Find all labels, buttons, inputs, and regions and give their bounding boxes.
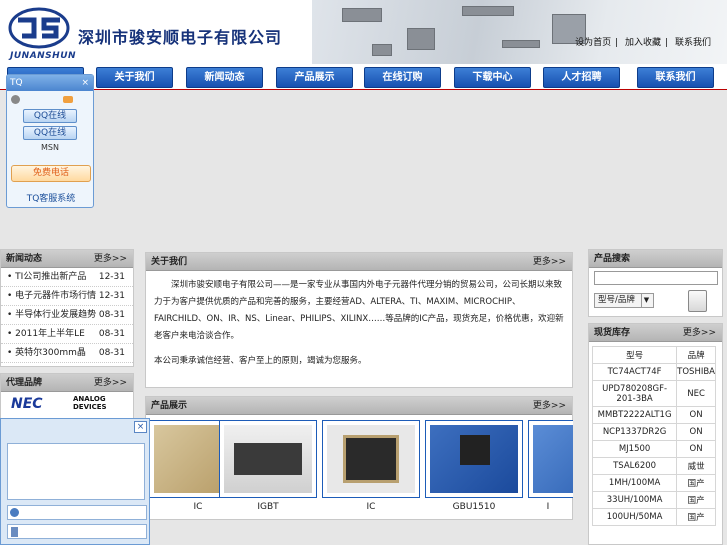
nav-products[interactable]: 产品展示 <box>276 67 353 88</box>
table-row[interactable]: 33UH/100MA 国产 <box>591 491 716 509</box>
nav-jobs[interactable]: 人才招聘 <box>543 67 620 88</box>
name-field[interactable] <box>7 505 147 520</box>
nav-download[interactable]: 下载中心 <box>454 67 531 88</box>
table-header-row: 型号 品牌 <box>591 346 716 364</box>
company-name-en: JUNANSHUN <box>10 51 77 61</box>
product-strip: IC IGBT IC GBU1510 I <box>146 416 573 519</box>
tq-service-panel: TQ × QQ在线 QQ在线 MSN 免费电话 TQ客服系统 <box>6 74 94 208</box>
product-card[interactable] <box>322 420 420 498</box>
table-row[interactable]: TC74ACT74F TOSHIBA <box>591 363 716 381</box>
set-home-link[interactable]: 设为首页 <box>575 38 611 48</box>
user-icon <box>10 508 19 517</box>
site-header: JUNANSHUN 深圳市骏安顺电子有限公司 设为首页 | 加入收藏 | 联系我们 <box>0 0 727 64</box>
product-name[interactable]: IGBT <box>219 502 317 512</box>
nav-contact[interactable]: 联系我们 <box>637 67 714 88</box>
brand-nec-logo[interactable]: NEC <box>11 396 43 412</box>
table-row[interactable]: NCP1337DR2G ON <box>591 423 716 441</box>
products-more-link[interactable]: 更多>> <box>533 397 566 415</box>
search-panel: 产品搜索 型号/品牌 ▼ <box>588 249 723 317</box>
company-name-cn: 深圳市骏安顺电子有限公司 <box>78 28 283 47</box>
contact-link[interactable]: 联系我们 <box>675 38 711 48</box>
news-item[interactable]: • 英特尔300mm晶 08-31 <box>1 344 133 363</box>
qq-online-button[interactable]: QQ在线 <box>23 126 77 140</box>
close-icon[interactable]: × <box>81 75 89 91</box>
msn-link[interactable]: MSN <box>23 143 77 152</box>
nav-order[interactable]: 在线订购 <box>364 67 441 88</box>
brands-title: 代理品牌 <box>6 378 43 388</box>
logo-area[interactable]: JUNANSHUN 深圳市骏安顺电子有限公司 <box>0 0 312 64</box>
about-more-link[interactable]: 更多>> <box>533 253 566 271</box>
main-nav: 关于我们 新闻动态 产品展示 在线订购 下载中心 人才招聘 联系我们 <box>0 64 727 90</box>
product-name[interactable]: GBU1510 <box>425 502 523 512</box>
about-paragraph: 本公司秉承诚信经营、客户至上的原则，竭诚为您服务。 <box>154 356 367 366</box>
stock-title: 现货库存 <box>594 328 631 338</box>
search-category-select[interactable]: 型号/品牌 ▼ <box>594 293 654 308</box>
products-title: 产品展示 <box>151 401 188 411</box>
table-row[interactable]: 1MH/100MA 国产 <box>591 474 716 492</box>
chat-message-area[interactable] <box>7 443 145 500</box>
news-item[interactable]: • 半导体行业发展趋势 08-31 <box>1 306 133 325</box>
product-card[interactable] <box>425 420 523 498</box>
tq-title: TQ <box>10 78 23 88</box>
table-row[interactable]: MJ1500 ON <box>591 440 716 458</box>
product-name[interactable]: IC <box>322 502 420 512</box>
free-phone-button[interactable]: 免费电话 <box>11 165 91 182</box>
about-panel: 关于我们 更多>> 深圳市骏安顺电子有限公司——是一家专业从事国内外电子元器件代… <box>145 252 573 388</box>
search-input[interactable] <box>594 271 718 285</box>
news-item[interactable]: • TI公司推出新产品 12-31 <box>1 268 133 287</box>
product-name[interactable]: I <box>528 502 568 512</box>
news-header: 新闻动态 更多>> <box>1 250 133 268</box>
products-panel: 产品展示 更多>> IC IGBT IC GBU1510 I <box>145 396 573 520</box>
brands-panel: 代理品牌 更多>> NEC ANALOG DEVICES <box>0 373 134 423</box>
brands-header: 代理品牌 更多>> <box>1 374 133 392</box>
add-favorite-link[interactable]: 加入收藏 <box>625 38 661 48</box>
top-links: 设为首页 | 加入收藏 | 联系我们 <box>575 38 711 48</box>
products-header: 产品展示 更多>> <box>146 397 572 415</box>
phone-field[interactable] <box>7 524 147 539</box>
news-more-link[interactable]: 更多>> <box>94 250 127 268</box>
brands-more-link[interactable]: 更多>> <box>94 374 127 392</box>
news-panel: 新闻动态 更多>> • TI公司推出新产品 12-31 • 电子元器件市场行情 12… <box>0 249 134 367</box>
product-card[interactable] <box>219 420 317 498</box>
close-icon[interactable]: × <box>134 421 147 433</box>
stock-header: 现货库存 更多>> <box>589 324 722 342</box>
cloud-icon <box>11 95 20 104</box>
table-row[interactable]: TSAL6200 威世 <box>591 457 716 475</box>
brand-adi-logo[interactable]: ANALOG DEVICES <box>73 395 131 411</box>
table-row[interactable]: MMBT2222ALT1G ON <box>591 406 716 424</box>
about-title: 关于我们 <box>151 257 188 267</box>
stock-panel: 现货库存 更多>> 型号 品牌 TC74ACT74F TOSHIBA UPD7802… <box>588 323 723 545</box>
search-button[interactable] <box>688 290 707 312</box>
tq-chat-window: × <box>0 418 150 545</box>
tq-header: TQ × <box>7 75 93 91</box>
search-header: 产品搜索 <box>589 250 722 268</box>
news-title: 新闻动态 <box>6 254 43 264</box>
header-banner <box>312 0 727 64</box>
about-header: 关于我们 更多>> <box>146 253 572 271</box>
tq-footer[interactable]: TQ客服系统 <box>7 191 95 204</box>
about-text: 深圳市骏安顺电子有限公司——是一家专业从事国内外电子元器件代理分销的贸易公司，公… <box>146 271 572 376</box>
search-title: 产品搜索 <box>594 254 631 264</box>
nav-news[interactable]: 新闻动态 <box>186 67 263 88</box>
news-item[interactable]: • 2011年上半年LE 08-31 <box>1 325 133 344</box>
stock-more-link[interactable]: 更多>> <box>683 324 716 342</box>
company-logo-icon <box>8 7 70 49</box>
qq-online-button[interactable]: QQ在线 <box>23 109 77 123</box>
table-row[interactable]: UPD780208GF-201-3BA NEC <box>591 380 716 407</box>
stock-table: 型号 品牌 TC74ACT74F TOSHIBA UPD780208GF-201-3… <box>591 346 716 526</box>
news-item[interactable]: • 电子元器件市场行情 12-31 <box>1 287 133 306</box>
mail-icon[interactable] <box>63 96 73 103</box>
phone-icon <box>11 527 18 537</box>
about-paragraph: 深圳市骏安顺电子有限公司——是一家专业从事国内外电子元器件代理分销的贸易公司，公… <box>154 280 564 341</box>
nav-about[interactable]: 关于我们 <box>96 67 173 88</box>
chevron-down-icon: ▼ <box>641 294 651 307</box>
product-card[interactable] <box>528 420 573 498</box>
table-row[interactable]: 100UH/50MA 国产 <box>591 508 716 526</box>
